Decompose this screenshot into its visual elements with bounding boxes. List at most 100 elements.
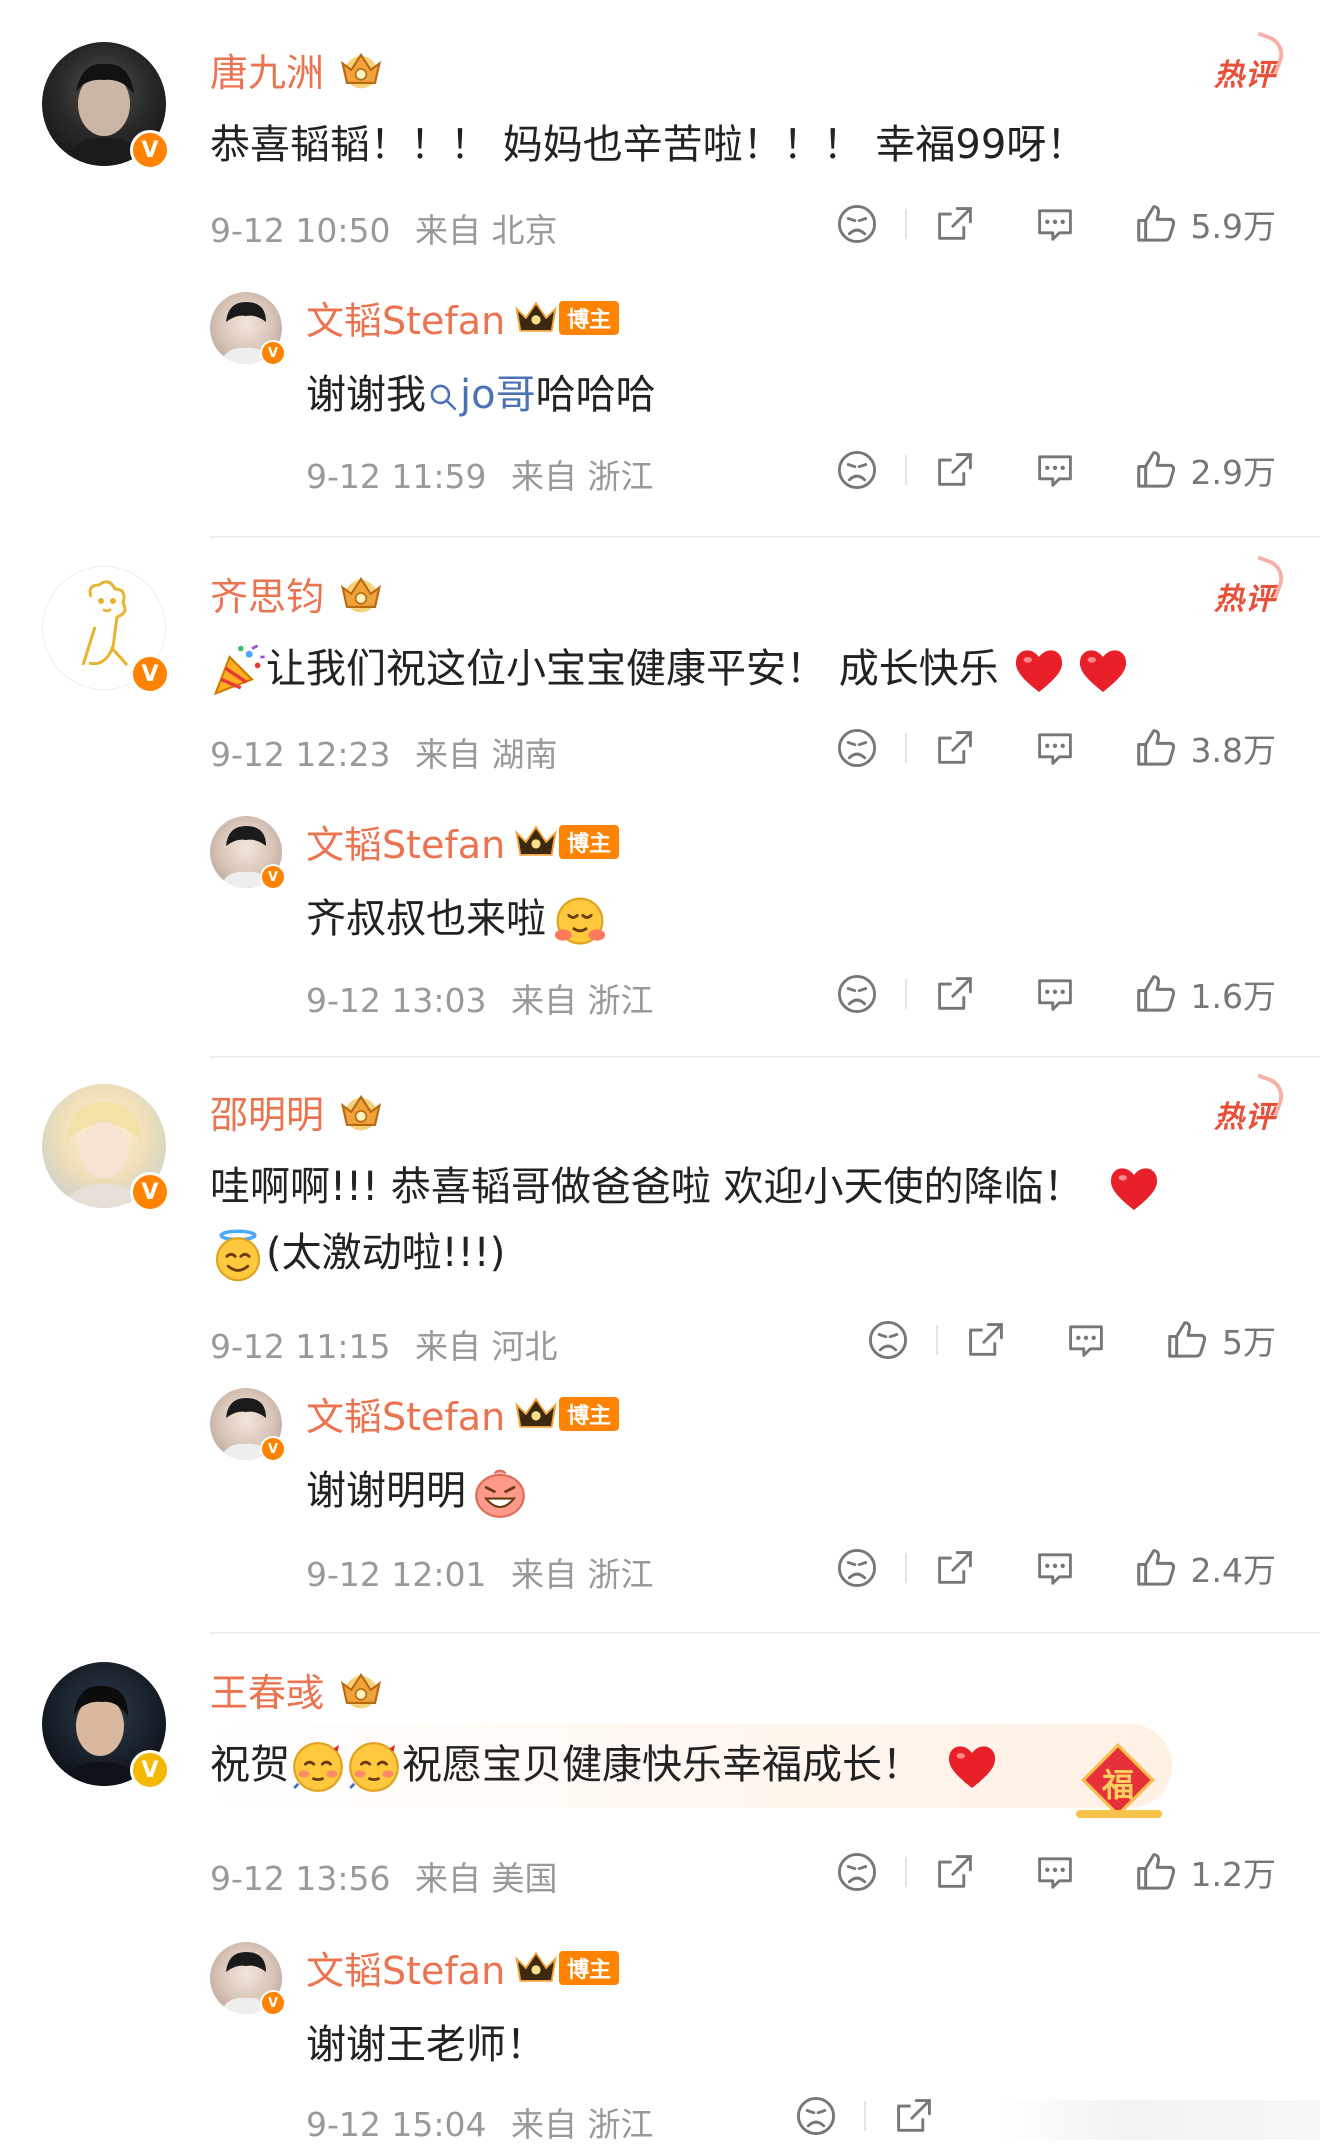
like-icon[interactable] — [1133, 725, 1179, 771]
like-icon[interactable] — [1133, 1849, 1179, 1895]
crown-icon — [334, 1090, 388, 1134]
dislike-icon[interactable] — [835, 448, 879, 492]
verified-v-icon: V — [130, 654, 170, 694]
avatar[interactable]: V — [42, 566, 170, 694]
share-icon[interactable] — [933, 972, 977, 1016]
blogger-badge: 博主 — [513, 1395, 620, 1433]
reply-username[interactable]: 文韬Stefan 博主 — [306, 290, 620, 345]
dislike-icon[interactable] — [866, 1318, 910, 1362]
share-icon[interactable] — [892, 2094, 936, 2138]
divider — [904, 1553, 907, 1583]
reply-time: 9-12 11:59 — [306, 457, 487, 496]
comment-actions: 5万 — [866, 1316, 1276, 1364]
reply-username[interactable]: 文韬Stefan 博主 — [306, 1386, 620, 1441]
reply-source: 来自 浙江 — [511, 2105, 654, 2144]
like-icon[interactable] — [1133, 1545, 1179, 1591]
party-popper-emoji — [210, 643, 266, 699]
avatar[interactable]: V — [42, 1662, 170, 1790]
reply-text: 谢谢我 jo哥哈哈哈 — [306, 372, 656, 418]
comment-username[interactable]: 唐九洲 — [210, 42, 388, 97]
comment-text: 祝贺 祝愿宝贝健康快乐幸福成长！ — [210, 1732, 1000, 1795]
comment-icon[interactable] — [1033, 726, 1077, 770]
comment-icon[interactable] — [1033, 448, 1077, 492]
dislike-icon[interactable] — [835, 202, 879, 246]
comment-icon[interactable] — [1064, 1318, 1108, 1362]
crown-icon — [513, 823, 559, 861]
reply-username[interactable]: 文韬Stefan 博主 — [306, 1940, 620, 1995]
comment-icon[interactable] — [1033, 202, 1077, 246]
comment-source: 来自 湖南 — [415, 735, 558, 774]
comment-actions: 5.9万 — [835, 200, 1276, 248]
comment-icon[interactable] — [1033, 972, 1077, 1016]
reply-actions: 2.4万 — [835, 1544, 1276, 1592]
comment-username[interactable]: 王春彧 — [210, 1662, 388, 1717]
comment-text: 恭喜韬韬！！！ 妈妈也辛苦啦！！！ 幸福99呀！ — [210, 122, 1087, 168]
like-button[interactable]: 2.9万 — [1133, 446, 1276, 494]
blogger-badge: 博主 — [513, 823, 620, 861]
like-button[interactable]: 5万 — [1164, 1316, 1276, 1364]
reply-avatar[interactable]: V — [210, 816, 286, 890]
dislike-icon[interactable] — [794, 2094, 838, 2138]
divider — [936, 1325, 938, 1355]
comment-icon[interactable] — [1033, 1546, 1077, 1590]
dislike-icon[interactable] — [835, 972, 879, 1016]
crown-icon — [334, 48, 388, 92]
like-icon[interactable] — [1133, 201, 1179, 247]
reply-username[interactable]: 文韬Stefan 博主 — [306, 814, 620, 869]
angel-emoji — [210, 1227, 266, 1283]
reply-avatar[interactable]: V — [210, 292, 286, 366]
reply-text: 谢谢明明 — [306, 1458, 528, 1521]
like-button[interactable]: 1.2万 — [1133, 1848, 1276, 1896]
avatar[interactable]: V — [42, 1084, 170, 1212]
like-count: 1.6万 — [1190, 977, 1276, 1016]
dislike-icon[interactable] — [835, 726, 879, 770]
reply-avatar[interactable]: V — [210, 1388, 286, 1462]
like-button[interactable]: 5.9万 — [1133, 200, 1276, 248]
heart-emoji — [1011, 643, 1067, 699]
like-icon[interactable] — [1133, 971, 1179, 1017]
comment-time: 9-12 13:56 — [210, 1859, 391, 1898]
verified-v-icon: V — [260, 864, 286, 890]
like-count: 3.8万 — [1190, 731, 1276, 770]
crown-icon — [334, 572, 388, 616]
comment-username[interactable]: 齐思钧 — [210, 566, 388, 621]
comment-text-line-2: (太激动啦!!!) — [210, 1220, 505, 1283]
like-icon[interactable] — [1133, 447, 1179, 493]
share-icon[interactable] — [933, 448, 977, 492]
verified-v-icon: V — [260, 340, 286, 366]
share-icon[interactable] — [933, 1850, 977, 1894]
share-icon[interactable] — [964, 1318, 1008, 1362]
share-icon[interactable] — [933, 726, 977, 770]
comment-username[interactable]: 邵明明 — [210, 1084, 388, 1139]
hot-comment-badge: 热评 — [1214, 574, 1276, 618]
like-count: 5万 — [1222, 1323, 1276, 1362]
like-button[interactable]: 3.8万 — [1133, 724, 1276, 772]
divider — [904, 455, 907, 485]
mention-link[interactable]: jo哥 — [426, 372, 536, 418]
comment-text: 让我们祝这位小宝宝健康平安！ 成长快乐 — [210, 636, 1131, 699]
dislike-icon[interactable] — [835, 1546, 879, 1590]
share-icon[interactable] — [933, 202, 977, 246]
hot-comment-badge: 热评 — [1214, 1092, 1276, 1136]
comment-divider — [210, 536, 1320, 538]
comment-meta: 9-12 12:23 来自 湖南 — [210, 728, 558, 776]
comment-meta: 9-12 10:50 来自 北京 — [210, 204, 558, 252]
like-icon[interactable] — [1164, 1317, 1210, 1363]
avatar[interactable]: V — [42, 42, 170, 170]
verified-v-icon: V — [130, 1172, 170, 1212]
like-button[interactable]: 2.4万 — [1133, 1544, 1276, 1592]
hug-emoji — [552, 893, 608, 949]
reply-meta: 9-12 12:01 来自 浙江 — [306, 1548, 654, 1596]
smitten-emoji — [290, 1739, 346, 1795]
dislike-icon[interactable] — [835, 1850, 879, 1894]
divider — [904, 733, 907, 763]
divider — [904, 979, 907, 1009]
share-icon[interactable] — [933, 1546, 977, 1590]
like-button[interactable]: 1.6万 — [1133, 970, 1276, 1018]
comment-meta: 9-12 13:56 来自 美国 — [210, 1852, 558, 1900]
search-mention-icon — [426, 380, 460, 414]
comment-source: 来自 河北 — [415, 1327, 558, 1366]
comment-icon[interactable] — [1033, 1850, 1077, 1894]
reply-avatar[interactable]: V — [210, 1942, 286, 2016]
comment-time: 9-12 10:50 — [210, 211, 391, 250]
